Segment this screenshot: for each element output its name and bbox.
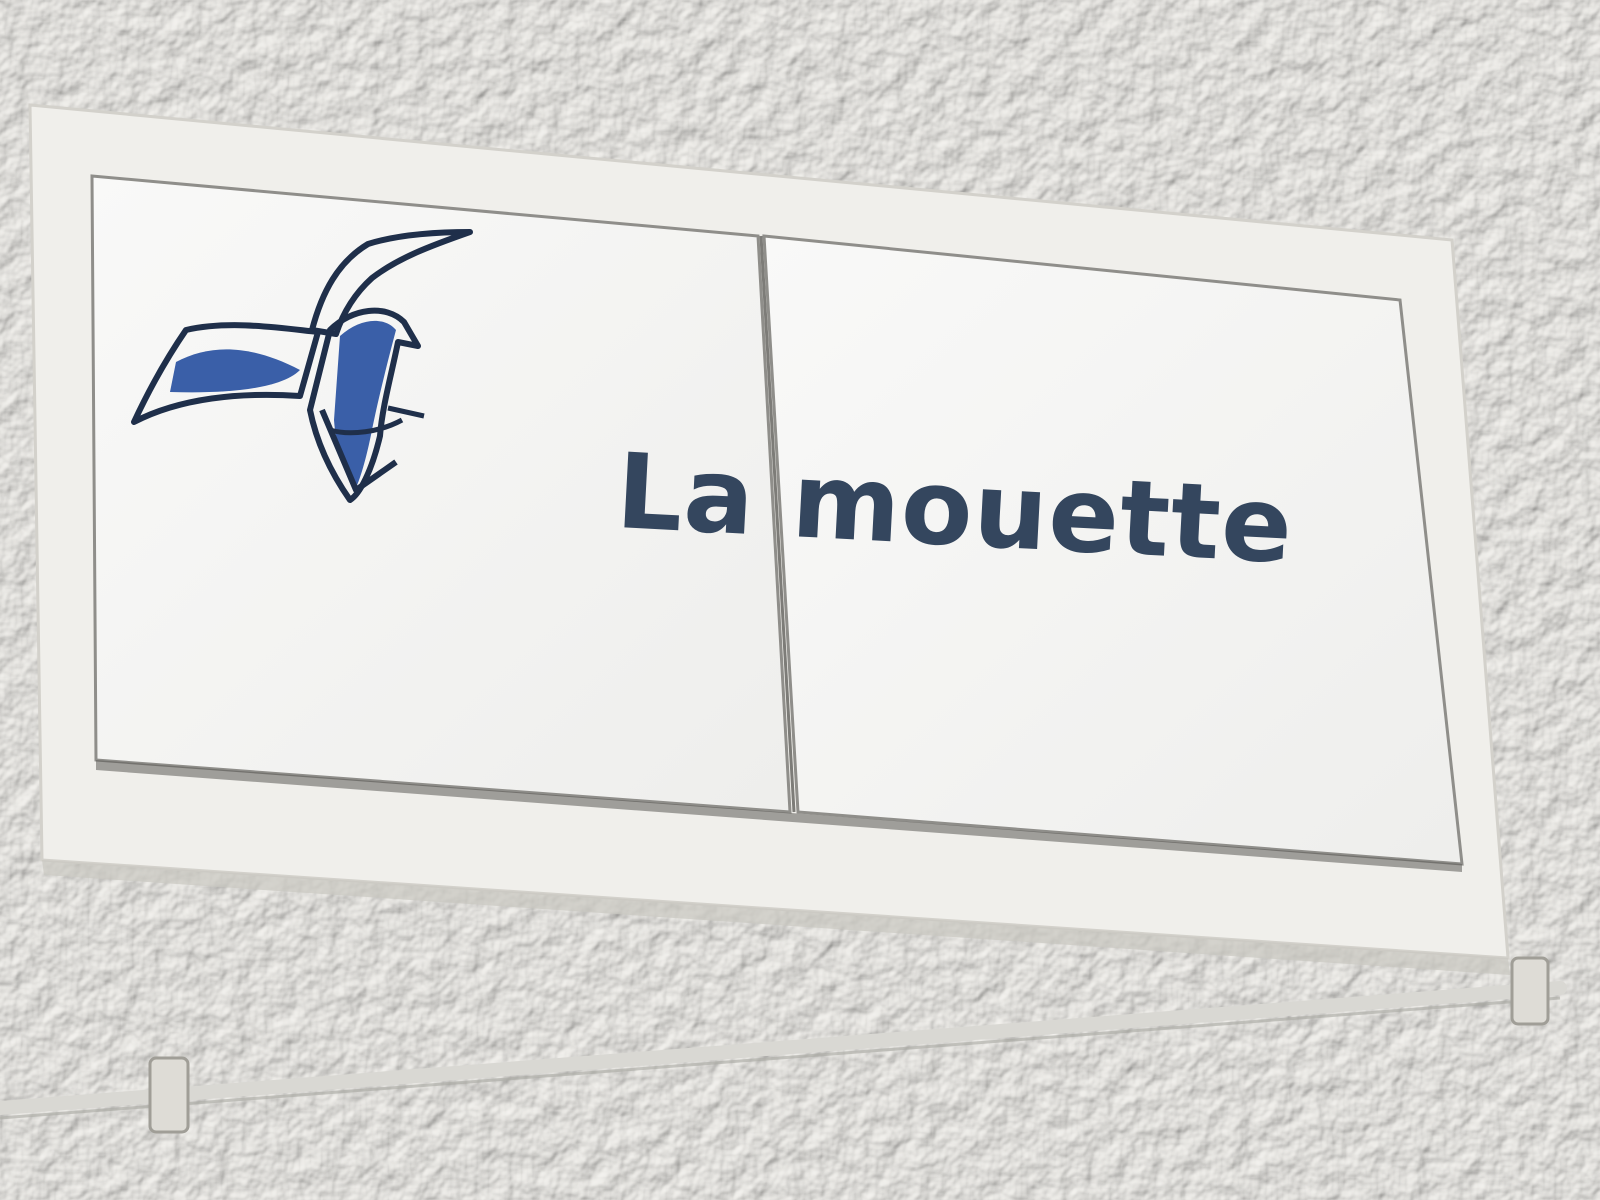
wall-scene (0, 0, 1600, 1200)
pipe-clip-left (148, 1056, 190, 1134)
pipe-clip-right (1510, 956, 1550, 1026)
